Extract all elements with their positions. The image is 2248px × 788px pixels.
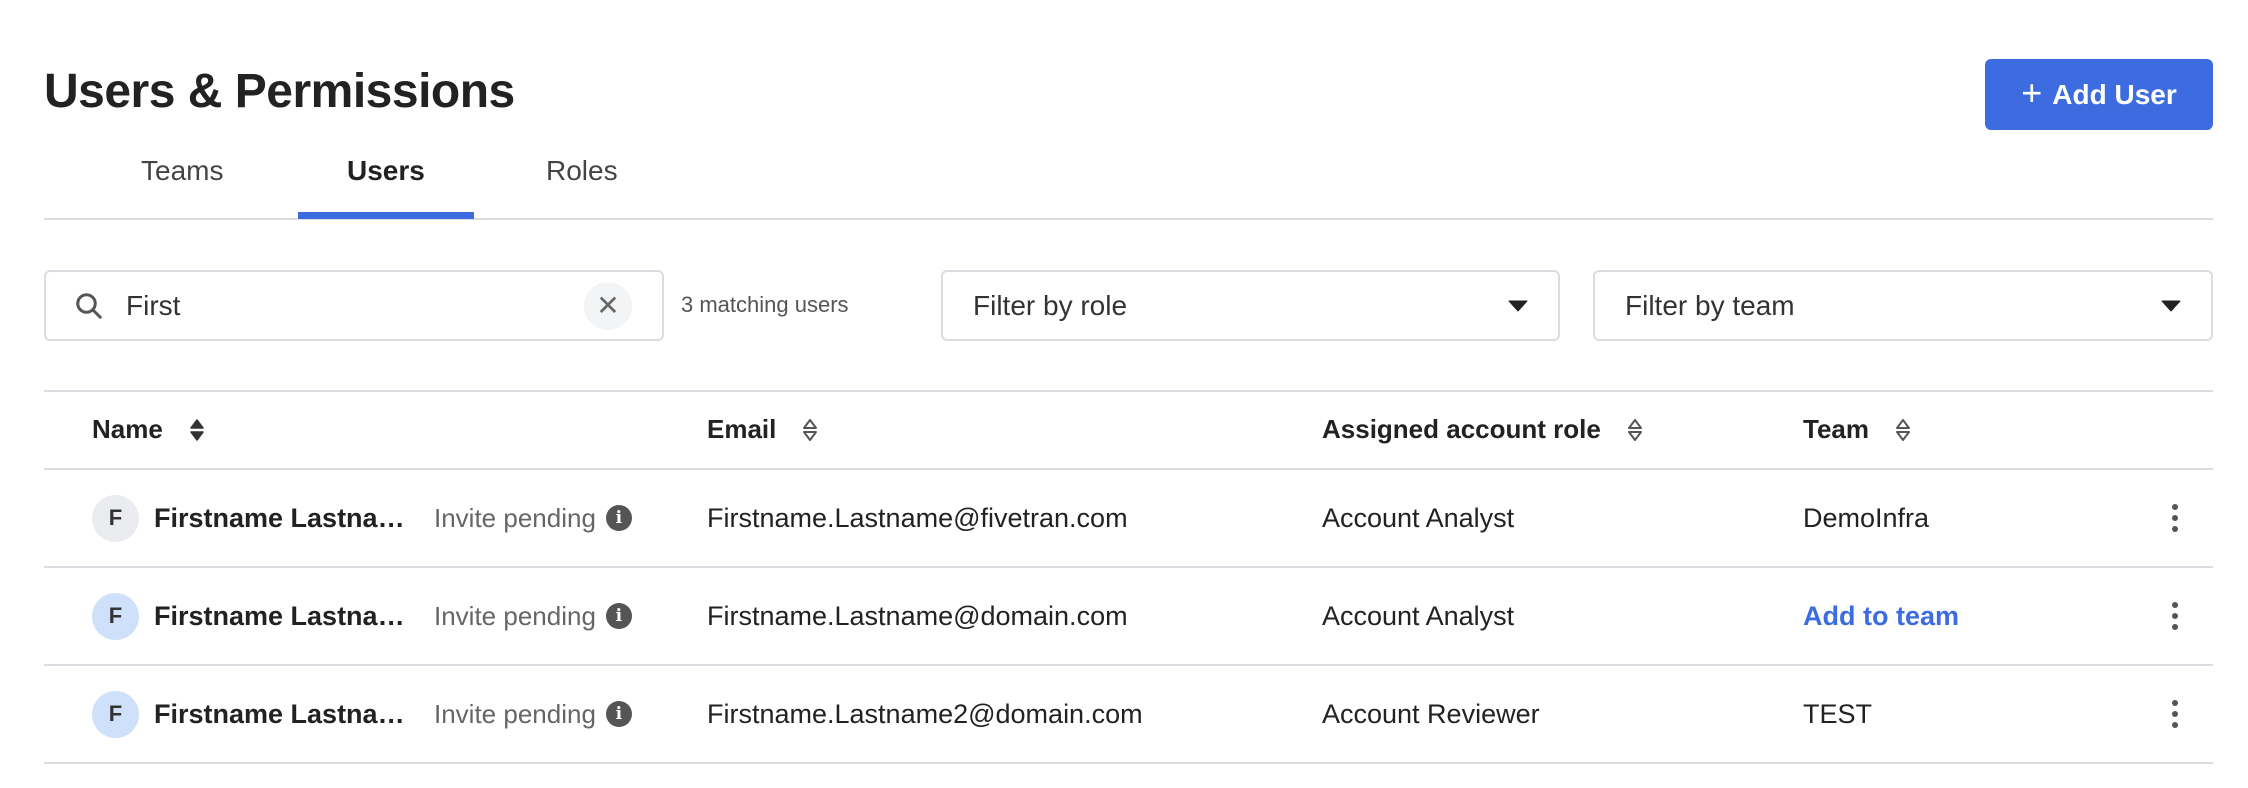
row-actions-button[interactable] bbox=[2168, 568, 2182, 664]
name-cell: F Firstname Lastname Invite pending i bbox=[92, 568, 632, 664]
column-label: Email bbox=[707, 414, 777, 444]
column-header-team[interactable]: Team bbox=[1803, 414, 1911, 445]
add-user-label: Add User bbox=[2052, 78, 2177, 110]
status-badge: Invite pending bbox=[434, 600, 596, 631]
column-header-role[interactable]: Assigned account role bbox=[1322, 414, 1643, 445]
name-cell: F Firstname Lastname Invite pending i bbox=[92, 666, 632, 762]
status-badge: Invite pending bbox=[434, 502, 596, 533]
table-row: F Firstname Lastname Invite pending i Fi… bbox=[44, 470, 2213, 568]
status-badge: Invite pending bbox=[434, 698, 596, 729]
caret-down-icon bbox=[1508, 300, 1528, 311]
close-icon: ✕ bbox=[596, 290, 620, 321]
sort-icon[interactable] bbox=[802, 418, 818, 442]
avatar: F bbox=[92, 690, 139, 738]
column-label: Name bbox=[92, 414, 163, 444]
add-user-button[interactable]: + Add User bbox=[1985, 59, 2213, 130]
clear-search-button[interactable]: ✕ bbox=[584, 281, 632, 330]
filter-role-label: Filter by role bbox=[973, 289, 1128, 321]
row-actions-button[interactable] bbox=[2168, 666, 2182, 762]
sort-icon[interactable] bbox=[189, 418, 205, 442]
row-actions-button[interactable] bbox=[2168, 470, 2182, 566]
column-label: Team bbox=[1803, 414, 1869, 444]
table-top-divider bbox=[44, 390, 2213, 392]
column-header-email[interactable]: Email bbox=[707, 414, 818, 445]
active-tab-indicator bbox=[298, 212, 474, 219]
more-vertical-icon bbox=[2168, 696, 2182, 732]
tab-users[interactable]: Users bbox=[347, 155, 425, 187]
team-cell: TEST bbox=[1803, 698, 1873, 729]
email-cell: Firstname.Lastname2@domain.com bbox=[707, 698, 1143, 729]
role-cell: Account Reviewer bbox=[1322, 698, 1540, 729]
team-cell: DemoInfra bbox=[1803, 502, 1930, 533]
user-name[interactable]: Firstname Lastname bbox=[154, 601, 412, 632]
filter-team-label: Filter by team bbox=[1625, 289, 1795, 321]
email-cell: Firstname.Lastname@fivetran.com bbox=[707, 502, 1128, 533]
info-icon[interactable]: i bbox=[605, 603, 632, 629]
more-vertical-icon bbox=[2168, 500, 2182, 536]
column-label: Assigned account role bbox=[1322, 414, 1601, 444]
table-row: F Firstname Lastname Invite pending i Fi… bbox=[44, 666, 2213, 764]
email-cell: Firstname.Lastname@domain.com bbox=[707, 600, 1128, 631]
filter-by-role-dropdown[interactable]: Filter by role bbox=[941, 270, 1560, 341]
add-to-team-link[interactable]: Add to team bbox=[1803, 568, 1959, 664]
user-name[interactable]: Firstname Lastname bbox=[154, 503, 412, 534]
role-cell: Account Analyst bbox=[1322, 600, 1515, 631]
row-divider bbox=[44, 762, 2213, 764]
avatar: F bbox=[92, 592, 139, 640]
sort-icon[interactable] bbox=[1627, 418, 1643, 442]
column-header-name[interactable]: Name bbox=[92, 414, 205, 445]
role-cell: Account Analyst bbox=[1322, 502, 1515, 533]
filter-by-team-dropdown[interactable]: Filter by team bbox=[1593, 270, 2213, 341]
matching-count: 3 matching users bbox=[681, 292, 849, 317]
table-row: F Firstname Lastname Invite pending i Fi… bbox=[44, 568, 2213, 666]
info-icon[interactable]: i bbox=[605, 505, 632, 531]
info-icon[interactable]: i bbox=[605, 701, 632, 727]
search-icon bbox=[76, 292, 102, 319]
search-input[interactable]: First ✕ bbox=[44, 270, 664, 341]
caret-down-icon bbox=[2161, 300, 2181, 311]
name-cell: F Firstname Lastname Invite pending i bbox=[92, 470, 632, 566]
user-name[interactable]: Firstname Lastname bbox=[154, 699, 412, 730]
search-value[interactable]: First bbox=[126, 290, 584, 322]
tab-teams[interactable]: Teams bbox=[141, 155, 223, 187]
avatar: F bbox=[92, 494, 139, 542]
more-vertical-icon bbox=[2168, 598, 2182, 634]
page-title: Users & Permissions bbox=[44, 65, 515, 118]
tab-roles[interactable]: Roles bbox=[546, 155, 618, 187]
plus-icon: + bbox=[2021, 72, 2043, 113]
sort-icon[interactable] bbox=[1895, 418, 1911, 442]
